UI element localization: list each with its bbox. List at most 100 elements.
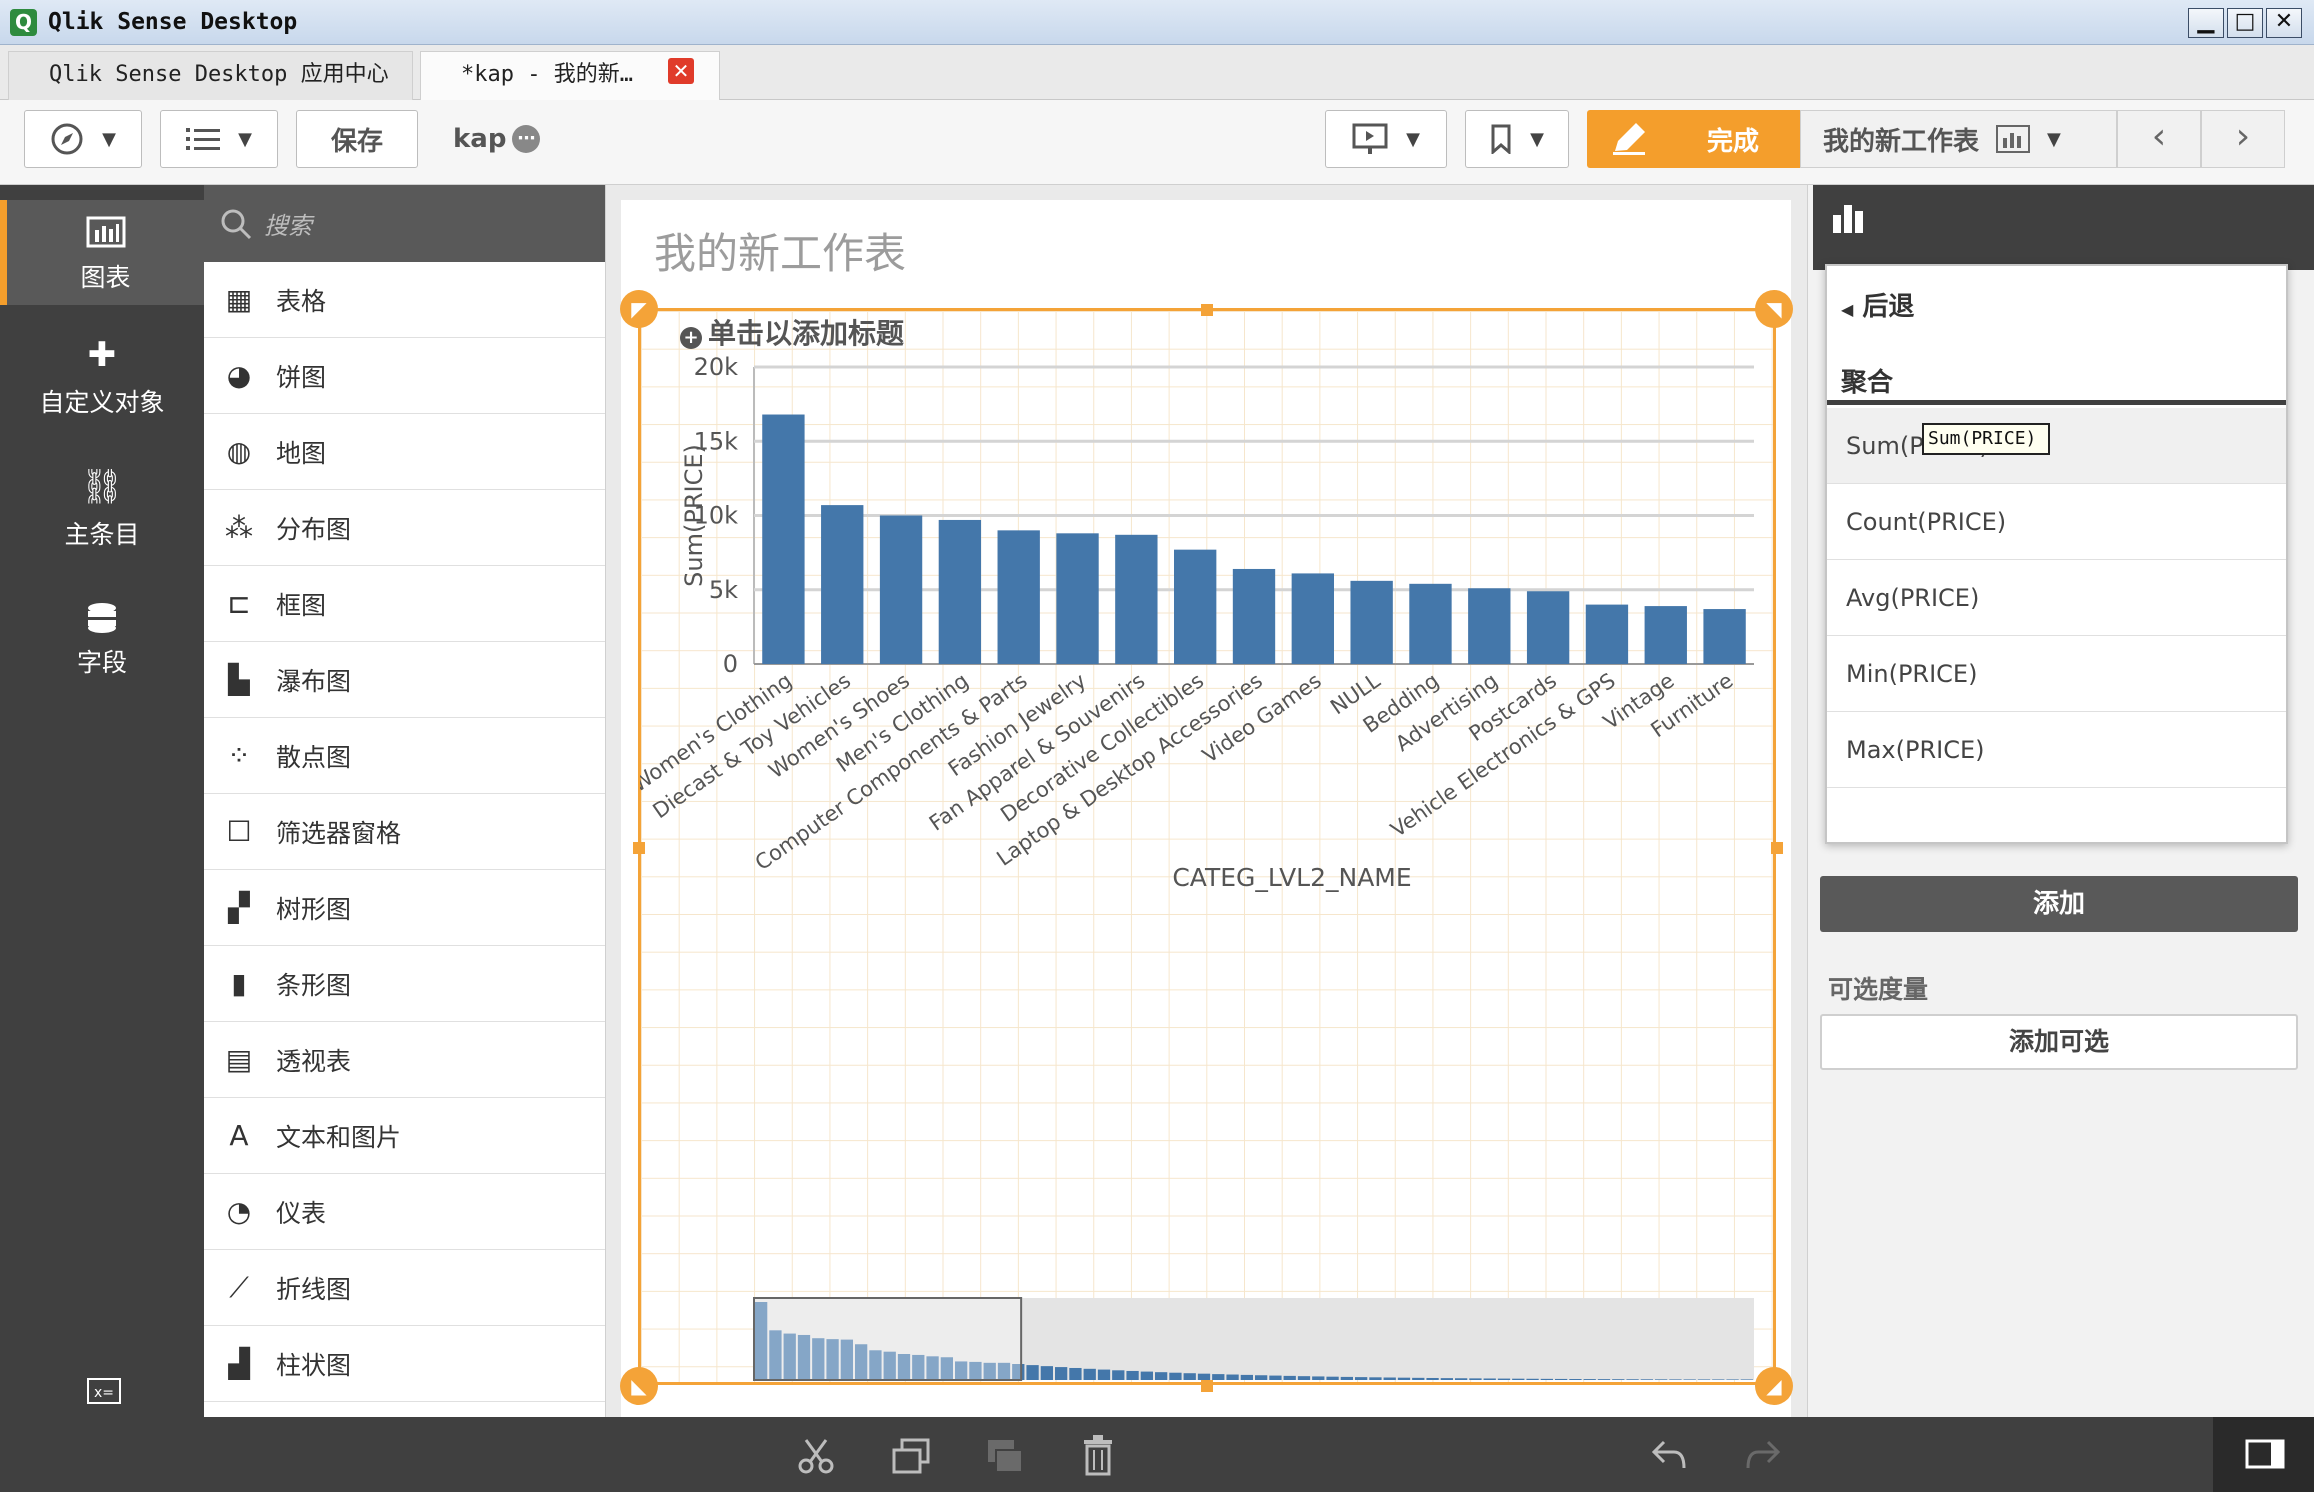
scrollbar-mini-bar — [1297, 1376, 1311, 1380]
tab-close-icon[interactable]: ✕ — [668, 58, 694, 84]
scrollbar-mini-bar — [1283, 1375, 1296, 1380]
maximize-button[interactable]: □ — [2227, 8, 2263, 38]
tab-hub[interactable]: Qlik Sense Desktop 应用中心 — [8, 51, 413, 100]
app-toolbar: ▼ ▼ 保存 kap ⋯ ▼ ▼ 完成 我的新工作表 ▼ ‹ › — [0, 100, 2314, 185]
asset-item[interactable]: ⟋ 折线图 — [204, 1250, 605, 1326]
asset-item[interactable]: ▦ 表格 — [204, 262, 605, 338]
bookmark-button[interactable]: ▼ — [1465, 110, 1569, 168]
sheet-selector[interactable]: 我的新工作表 ▼ — [1800, 110, 2117, 168]
pie-icon: ◕ — [226, 359, 252, 392]
asset-item[interactable]: ⁘ 散点图 — [204, 718, 605, 794]
panel-toggle-icon — [2245, 1439, 2285, 1469]
redo-icon[interactable] — [1744, 1438, 1782, 1472]
asset-item[interactable]: ⊏ 框图 — [204, 566, 605, 642]
rail-item-fields[interactable]: 字段 — [0, 601, 204, 701]
asset-item[interactable]: ☐ 筛选器窗格 — [204, 794, 605, 870]
asset-item[interactable]: ◔ 仪表 — [204, 1174, 605, 1250]
scrollbar-mini-bar — [1626, 1379, 1639, 1380]
scrollbar-mini-bar — [1512, 1378, 1525, 1380]
minimize-button[interactable]: ▁ — [2188, 8, 2224, 38]
previous-sheet-button[interactable]: ‹ — [2117, 110, 2201, 168]
cut-icon[interactable] — [796, 1436, 836, 1476]
scrollbar-mini-bar — [1112, 1370, 1125, 1380]
gauge-icon: ◔ — [226, 1195, 252, 1228]
scrollbar-mini-bar — [1469, 1378, 1482, 1380]
asset-item-label: 饼图 — [276, 362, 327, 392]
asset-item[interactable]: ▞ 树形图 — [204, 870, 605, 946]
scrollbar-mini-bar — [1583, 1379, 1596, 1380]
done-label: 完成 — [1707, 126, 1760, 157]
sheet-title[interactable]: 我的新工作表 — [654, 220, 906, 281]
asset-item[interactable]: A 文本和图片 — [204, 1098, 605, 1174]
bar-chart[interactable]: 05k10k15k20kSum(PRICE)Women's ClothingDi… — [640, 310, 1772, 1384]
global-menu-button[interactable]: ▼ — [160, 110, 278, 168]
qlik-sense-app: Q Qlik Sense Desktop ▁ □ ✕ Qlik Sense De… — [0, 0, 2314, 1492]
chart-bar — [1703, 609, 1746, 664]
chart-icon — [86, 216, 125, 248]
database-icon — [88, 603, 116, 633]
navigation-menu-button[interactable]: ▼ — [24, 110, 142, 168]
aggregation-option[interactable]: Sum(PRICE) — [1827, 408, 2286, 484]
aggregation-option[interactable]: Max(PRICE) — [1827, 712, 2286, 788]
aggregation-option[interactable]: Min(PRICE) — [1827, 636, 2286, 712]
bar-chart-icon: ▮ — [231, 967, 247, 1000]
scrollbar-mini-bar — [1312, 1376, 1325, 1380]
present-button[interactable]: ▼ — [1325, 110, 1447, 168]
asset-item-label: 文本和图片 — [276, 1122, 402, 1152]
rail-item-custom-objects[interactable]: ✚ 自定义对象 — [0, 335, 204, 435]
scrollbar-mini-bar — [1569, 1379, 1582, 1380]
scrollbar-mini-bar — [1169, 1372, 1182, 1380]
asset-item-label: 透视表 — [276, 1046, 352, 1076]
done-editing-button[interactable]: 完成 — [1587, 110, 1800, 168]
chart-bar — [1526, 591, 1570, 664]
chart-bar — [938, 519, 982, 664]
close-window-button[interactable]: ✕ — [2266, 8, 2302, 38]
asset-item[interactable]: ◕ 饼图 — [204, 338, 605, 414]
scrollbar-mini-bar — [1069, 1367, 1082, 1380]
optional-measures-label: 可选度量 — [1828, 975, 1929, 1004]
variables-icon[interactable]: x= — [86, 1377, 122, 1405]
scrollbar-mini-bar — [1369, 1377, 1382, 1380]
asset-item[interactable]: ▟ 柱状图 — [204, 1326, 605, 1402]
asset-item[interactable]: ◍ 地图 — [204, 414, 605, 490]
rail-item-master-items[interactable]: ⛓ 主条目 — [0, 467, 204, 567]
scrollbar-mini-bar — [1555, 1378, 1568, 1380]
pencil-icon — [1613, 123, 1645, 155]
add-optional-button[interactable]: 添加可选 — [1820, 1014, 2298, 1070]
asset-search[interactable]: 搜索 — [204, 185, 605, 262]
undo-icon[interactable] — [1650, 1438, 1688, 1472]
delete-icon[interactable] — [1082, 1434, 1114, 1476]
back-button[interactable]: ◀ 后退 — [1841, 286, 1914, 323]
list-menu-icon — [186, 128, 221, 150]
y-tick-label: 20k — [694, 353, 739, 381]
paste-icon[interactable] — [984, 1436, 1026, 1476]
asset-item-label: 分布图 — [276, 514, 352, 544]
asset-item-label: 筛选器窗格 — [276, 818, 402, 848]
scrollbar-mini-bar — [1212, 1374, 1225, 1380]
more-dots-icon[interactable]: ⋯ — [512, 125, 541, 153]
scrollbar-mini-bar — [1669, 1379, 1682, 1380]
save-button[interactable]: 保存 — [296, 110, 418, 168]
aggregation-option[interactable]: Count(PRICE) — [1827, 484, 2286, 560]
toggle-properties-panel[interactable] — [2213, 1417, 2314, 1492]
rail-label: 自定义对象 — [39, 388, 165, 417]
scrollbar-mini-bar — [1397, 1377, 1411, 1380]
svg-text:x=: x= — [94, 1385, 114, 1401]
asset-item[interactable]: ▙ 瀑布图 — [204, 642, 605, 718]
app-name-label: kap ⋯ — [453, 124, 541, 154]
asset-item[interactable]: ⁂ 分布图 — [204, 490, 605, 566]
resize-handle-right[interactable] — [1771, 842, 1783, 854]
rail-item-charts[interactable]: 图表 — [0, 200, 204, 305]
scrollbar-mini-bar — [1255, 1375, 1268, 1380]
pivot-icon: ▤ — [225, 1043, 253, 1076]
asset-item-label: 条形图 — [276, 970, 352, 1000]
globe-icon: ◍ — [226, 435, 252, 468]
chart-bar — [1585, 604, 1629, 664]
copy-icon[interactable] — [890, 1436, 932, 1476]
asset-item[interactable]: ▮ 条形图 — [204, 946, 605, 1022]
next-sheet-button[interactable]: › — [2201, 110, 2285, 168]
asset-item[interactable]: ▤ 透视表 — [204, 1022, 605, 1098]
add-measure-button[interactable]: 添加 — [1820, 876, 2298, 932]
rail-label: 字段 — [76, 648, 127, 677]
aggregation-option[interactable]: Avg(PRICE) — [1827, 560, 2286, 636]
